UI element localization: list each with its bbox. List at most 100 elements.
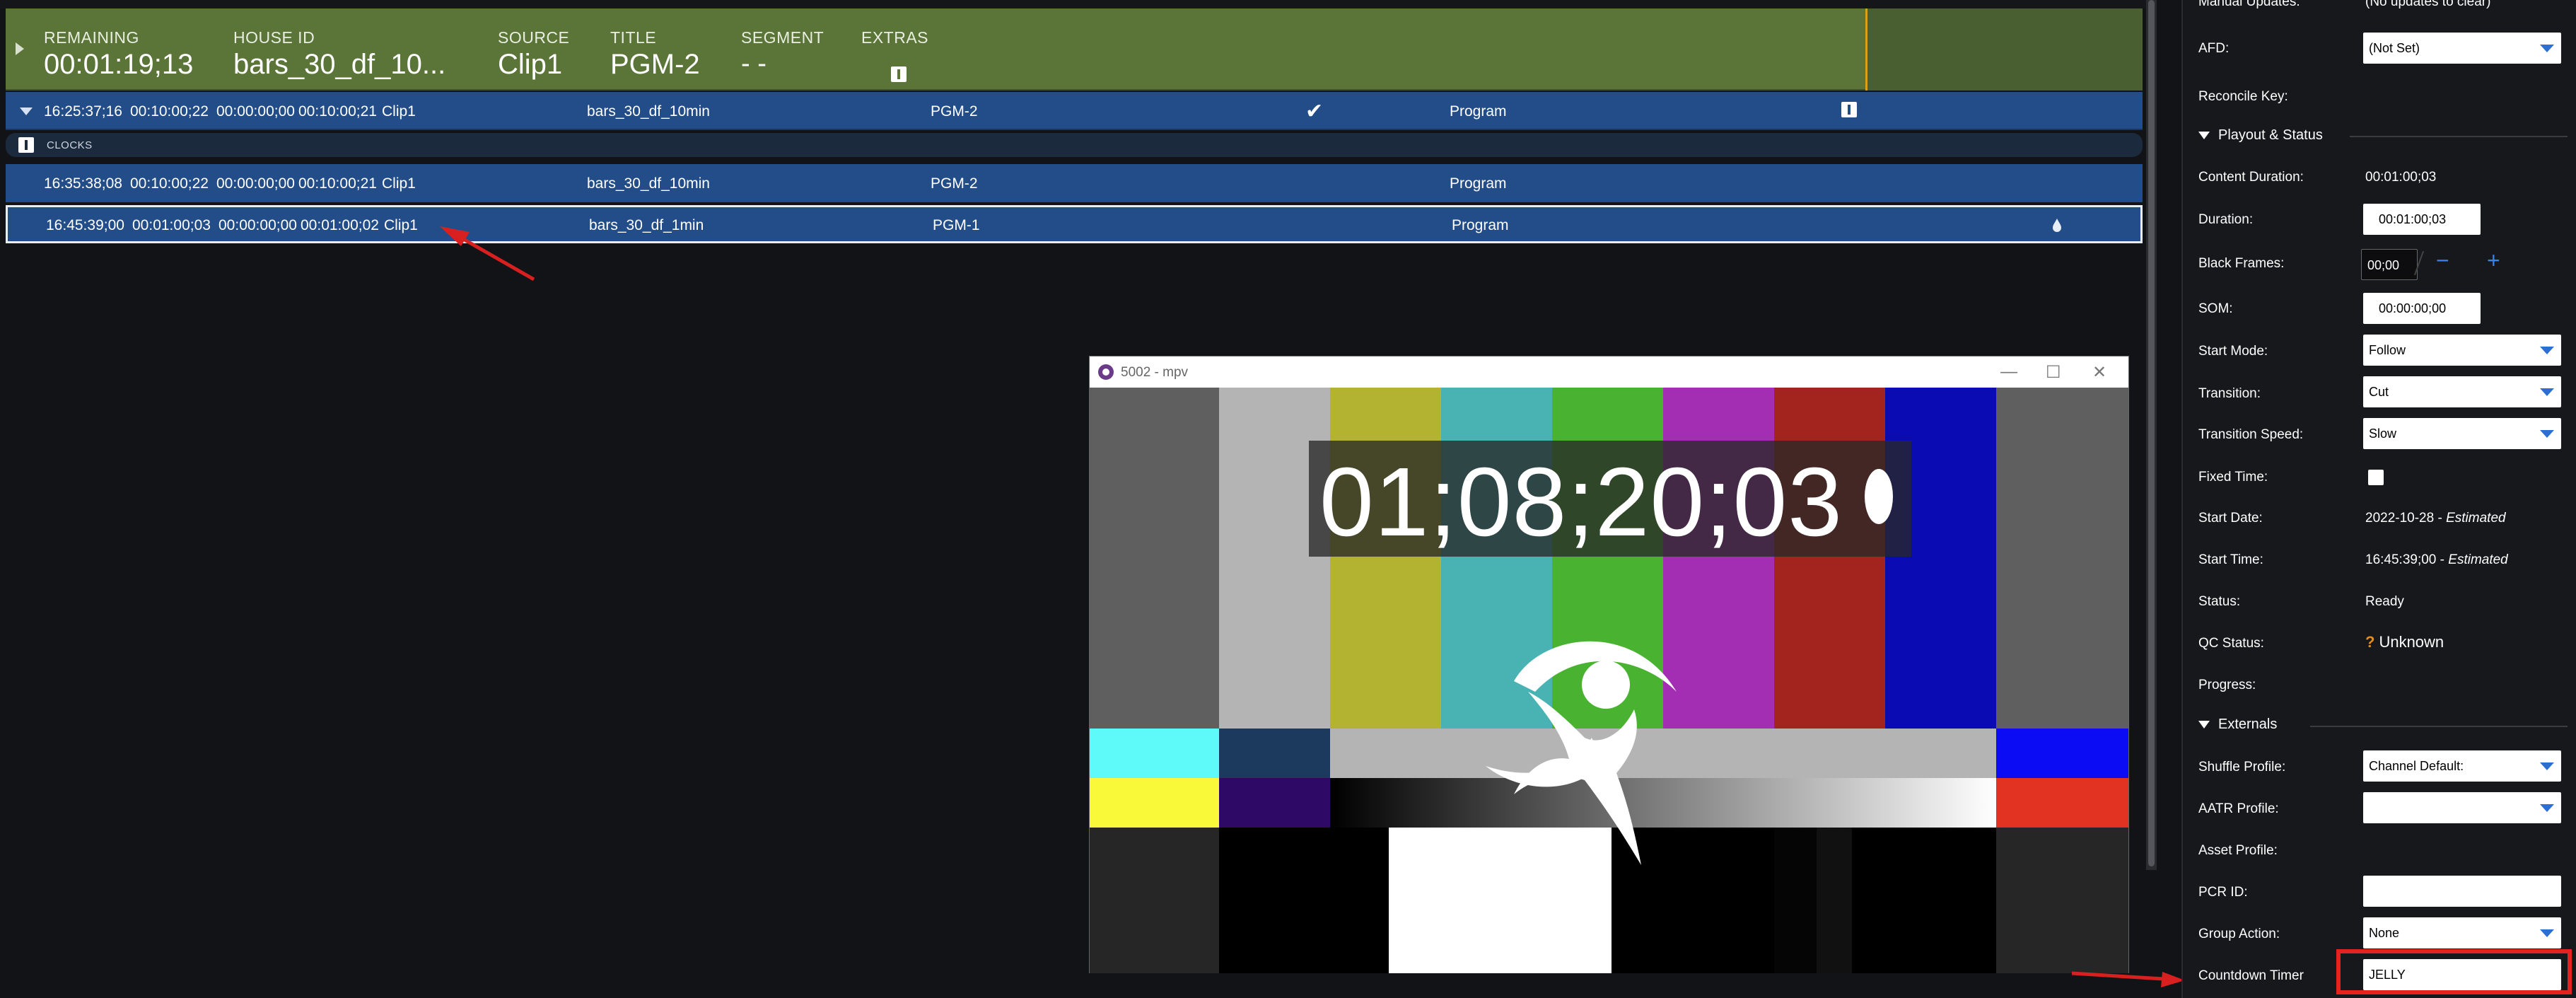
aatr-profile-label: AATR Profile: — [2198, 801, 2279, 816]
asset-profile-label: Asset Profile: — [2198, 843, 2278, 858]
section-divider — [2310, 726, 2568, 727]
start-time-label: Start Time: — [2198, 552, 2263, 567]
clocks-group-row[interactable]: CLOCKS — [6, 133, 2143, 157]
extras-column: EXTRAS — [861, 28, 928, 47]
mpv-player-window[interactable]: 5002 - mpv — ☐ ✕ 01;08;20;03 — [1089, 356, 2129, 973]
row-source: Clip1 — [382, 175, 416, 192]
header-expand-icon[interactable] — [16, 42, 24, 55]
row-house-id: bars_30_df_10min — [587, 175, 710, 192]
section-collapse-icon — [2198, 132, 2210, 140]
row-type: Program — [1452, 217, 1509, 233]
strip-purple — [1219, 778, 1330, 828]
playlist-row-selected[interactable]: 16:45:39;00 00:01:00;03 00:00:00;00 00:0… — [6, 205, 2143, 243]
playout-status-section[interactable]: Playout & Status — [2198, 127, 2323, 144]
start-mode-select[interactable]: Follow — [2363, 335, 2561, 366]
close-icon[interactable]: ✕ — [2092, 362, 2106, 383]
start-date-value: 2022-10-28 - Estimated — [2365, 511, 2506, 526]
transition-select[interactable]: Cut — [2363, 376, 2561, 407]
shuffle-profile-select[interactable]: Channel Default: — [2363, 750, 2561, 782]
minimize-icon[interactable]: — — [2000, 362, 2017, 382]
group-action-select[interactable]: None — [2363, 917, 2561, 948]
source-column: SOURCE Clip1 — [498, 28, 569, 81]
extras-info-icon[interactable] — [891, 66, 907, 82]
decrement-button[interactable]: − — [2436, 248, 2449, 274]
row-source: Clip1 — [384, 217, 418, 233]
playlist-row[interactable]: 16:25:37;16 00:10:00;22 00:00:00;00 00:1… — [6, 92, 2143, 130]
row-content-duration: 00:10:00;21 — [298, 103, 377, 120]
row-som: 00:00:00;00 — [218, 217, 297, 233]
increment-button[interactable]: + — [2487, 248, 2500, 274]
row-title: PGM-2 — [931, 175, 978, 192]
content-duration-label: Content Duration: — [2198, 170, 2304, 185]
color-bar-gray-right — [1996, 388, 2128, 729]
shuffle-profile-label: Shuffle Profile: — [2198, 760, 2286, 774]
title-label: TITLE — [610, 28, 657, 47]
group-action-value: None — [2369, 926, 2400, 940]
remaining-column: REMAINING 00:01:19;13 — [44, 28, 193, 81]
section-divider — [2350, 136, 2568, 137]
start-date-note: Estimated — [2446, 511, 2506, 526]
som-field-value: 00:00:00;00 — [2379, 301, 2447, 315]
annotation-arrow-line — [458, 235, 535, 282]
row-info-icon[interactable] — [1841, 102, 1857, 117]
status-value: Ready — [2365, 594, 2404, 609]
transition-value: Cut — [2369, 385, 2389, 399]
video-frame: 01;08;20;03 — [1090, 388, 2128, 973]
externals-section[interactable]: Externals — [2198, 716, 2277, 733]
playlist-row[interactable]: 16:35:38;08 00:10:00;22 00:00:00;00 00:1… — [6, 164, 2143, 202]
mpv-title-bar[interactable]: 5002 - mpv — ☐ ✕ — [1090, 356, 2128, 388]
strip-blue — [1996, 729, 2128, 778]
som-field[interactable]: 00:00:00;00 — [2363, 293, 2481, 324]
maximize-icon[interactable]: ☐ — [2046, 362, 2061, 383]
start-mode-value: Follow — [2369, 343, 2406, 357]
remaining-value: 00:01:19;13 — [44, 49, 194, 80]
pcr-id-field[interactable] — [2363, 876, 2561, 907]
afd-select[interactable]: (Not Set) — [2363, 33, 2561, 64]
row-content-duration: 00:01:00;02 — [301, 217, 379, 233]
strip-red — [1996, 778, 2128, 828]
clocks-info-icon[interactable] — [18, 137, 34, 153]
black-frames-field[interactable]: 00;00 — [2361, 249, 2418, 280]
som-label: SOM: — [2198, 301, 2233, 316]
row-collapse-icon[interactable] — [20, 108, 33, 115]
house-id-label: HOUSE ID — [233, 28, 315, 47]
row-house-id: bars_30_df_10min — [587, 103, 710, 120]
status-label: Status: — [2198, 594, 2241, 609]
check-icon: ✔ — [1305, 100, 1324, 123]
start-date-text: 2022-10-28 — [2365, 511, 2435, 526]
row-type: Program — [1450, 175, 1507, 192]
remaining-label: REMAINING — [44, 28, 139, 47]
now-playing-header[interactable]: REMAINING 00:01:19;13 HOUSE ID bars_30_d… — [6, 8, 2143, 91]
playout-status-title: Playout & Status — [2218, 127, 2323, 143]
scrollbar-thumb[interactable] — [2148, 0, 2155, 866]
section-collapse-icon — [2198, 721, 2210, 729]
row-type: Program — [1450, 103, 1507, 120]
runner-logo-icon — [1486, 641, 1677, 865]
start-time-value: 16:45:39;00 - Estimated — [2365, 552, 2508, 567]
title-value: PGM-2 — [610, 49, 700, 80]
chevron-down-icon — [2540, 762, 2554, 770]
duration-field[interactable]: 00:01:00;03 — [2363, 204, 2481, 235]
pluge-black — [1219, 828, 1389, 973]
fixed-time-checkbox[interactable] — [2368, 470, 2384, 485]
annotation-arrow-line — [2071, 971, 2164, 981]
start-mode-label: Start Mode: — [2198, 344, 2268, 359]
reconcile-key-label: Reconcile Key: — [2198, 89, 2288, 104]
row-title: PGM-2 — [931, 103, 978, 120]
chevron-down-icon — [2540, 804, 2554, 812]
duration-field-value: 00:01:00;03 — [2379, 212, 2447, 226]
pluge-black-3 — [1885, 828, 1996, 973]
row-som: 00:00:00;00 — [216, 175, 295, 192]
qc-status-value: ? Unknown — [2365, 633, 2444, 651]
strip-yellow — [1090, 778, 1219, 828]
mpv-window-title: 5002 - mpv — [1121, 365, 1189, 380]
pluge-dark-right — [1996, 828, 2128, 973]
aatr-profile-select[interactable] — [2363, 792, 2561, 823]
row-content-duration: 00:10:00;21 — [298, 175, 377, 192]
playlist-scrollbar[interactable] — [2146, 0, 2157, 870]
row-duration: 00:10:00;22 — [130, 103, 209, 120]
transition-speed-select[interactable]: Slow — [2363, 418, 2561, 449]
row-start-time: 16:35:38;08 — [44, 175, 122, 192]
row-source: Clip1 — [382, 103, 416, 120]
house-id-value: bars_30_df_10... — [233, 49, 446, 80]
